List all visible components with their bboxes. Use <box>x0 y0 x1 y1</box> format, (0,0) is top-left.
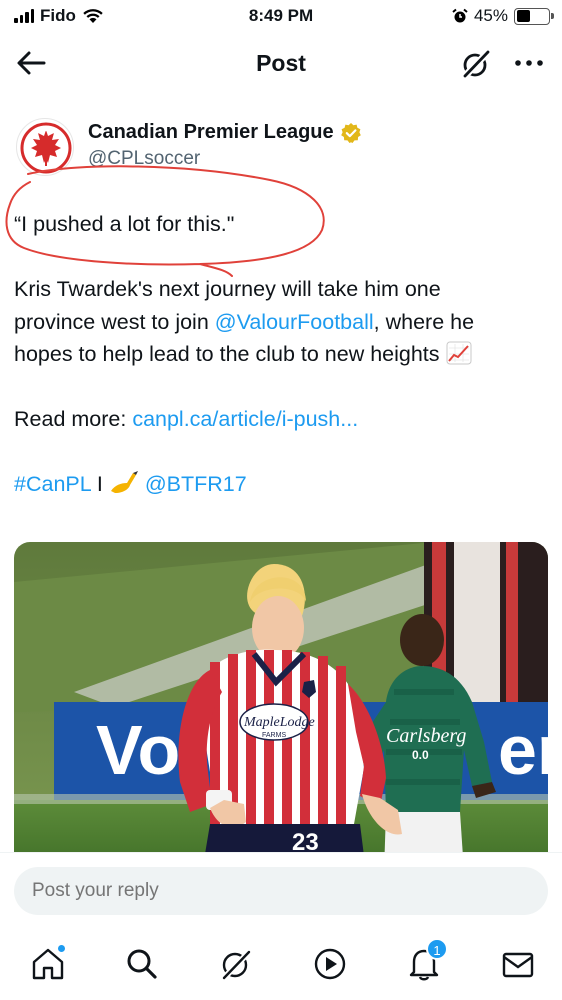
reply-input[interactable] <box>14 867 548 915</box>
tab-video[interactable] <box>310 944 350 984</box>
grok-icon[interactable] <box>460 48 492 80</box>
read-more-line: Read more: canpl.ca/article/i-push... <box>14 403 548 436</box>
home-unread-dot <box>57 944 66 953</box>
tweet-body-line2: province west to join @ValourFootball, w… <box>14 306 548 339</box>
photographer-mention-link[interactable]: @BTFR17 <box>145 472 247 496</box>
svg-text:en: en <box>498 711 548 789</box>
article-link[interactable]: canpl.ca/article/i-push... <box>132 407 358 431</box>
mail-icon <box>502 952 534 978</box>
status-bar: Fido 8:49 PM 45% <box>0 0 562 34</box>
verified-badge-icon <box>340 122 361 143</box>
tab-search[interactable] <box>122 944 162 984</box>
separator-text: I <box>90 472 109 496</box>
reply-bar <box>0 852 562 932</box>
body-line3-text: hopes to help lead to the club to new he… <box>14 342 440 366</box>
tweet-text: “I pushed a lot for this." Kris Twardek'… <box>14 208 548 501</box>
post-image[interactable]: Vo en Carlsberg 0.0 <box>14 542 548 872</box>
alarm-icon <box>452 8 468 23</box>
opponent-sponsor-sub-text: 0.0 <box>412 748 429 762</box>
post-author: Canadian Premier League @CPLsoccer <box>14 114 548 176</box>
writing-hand-emoji-icon <box>110 471 138 493</box>
author-name-text: Canadian Premier League <box>88 121 334 143</box>
tab-messages[interactable] <box>498 944 538 984</box>
more-options-icon[interactable] <box>512 48 546 78</box>
tweet-body-line1: Kris Twardek's next journey will take hi… <box>14 277 441 301</box>
tweet-body-line3: hopes to help lead to the club to new he… <box>14 338 548 371</box>
author-name[interactable]: Canadian Premier League <box>88 121 362 144</box>
chart-increasing-emoji-icon <box>446 341 472 365</box>
cpl-logo-icon <box>20 122 72 174</box>
tweet-quote: “I pushed a lot for this." <box>14 212 235 236</box>
play-video-icon <box>314 948 346 980</box>
mention-valour-link[interactable]: @ValourFootball <box>215 310 374 334</box>
sponsor-text: MapleLodge <box>243 715 315 730</box>
bottom-tab-bar: 1 <box>0 932 562 1000</box>
battery-icon <box>514 7 554 25</box>
tab-home[interactable] <box>28 944 68 984</box>
body-line2-post: , where he <box>373 309 475 334</box>
soccer-photo: Vo en Carlsberg 0.0 <box>14 542 548 872</box>
sponsor-sub-text: FARMS <box>262 732 286 739</box>
notifications-badge: 1 <box>426 938 448 960</box>
post-header: Post <box>0 34 562 94</box>
hashtag-canpl-link[interactable]: #CanPL <box>14 472 91 496</box>
ad-board-text: Vo <box>96 711 180 789</box>
read-more-label: Read more: <box>14 407 133 431</box>
grok-tab-icon <box>220 949 252 982</box>
opponent-sponsor-text: Carlsberg <box>386 725 466 747</box>
author-handle[interactable]: @CPLsoccer <box>88 148 200 170</box>
tab-grok[interactable] <box>216 944 256 984</box>
status-right: 45% <box>452 6 554 26</box>
avatar[interactable] <box>16 118 74 176</box>
hashtag-line: #CanPL I @BTFR17 <box>14 468 548 501</box>
body-line2-pre: province west to join <box>14 309 215 334</box>
search-icon <box>127 949 157 979</box>
tab-notifications[interactable]: 1 <box>404 938 448 984</box>
battery-percent: 45% <box>473 6 508 25</box>
